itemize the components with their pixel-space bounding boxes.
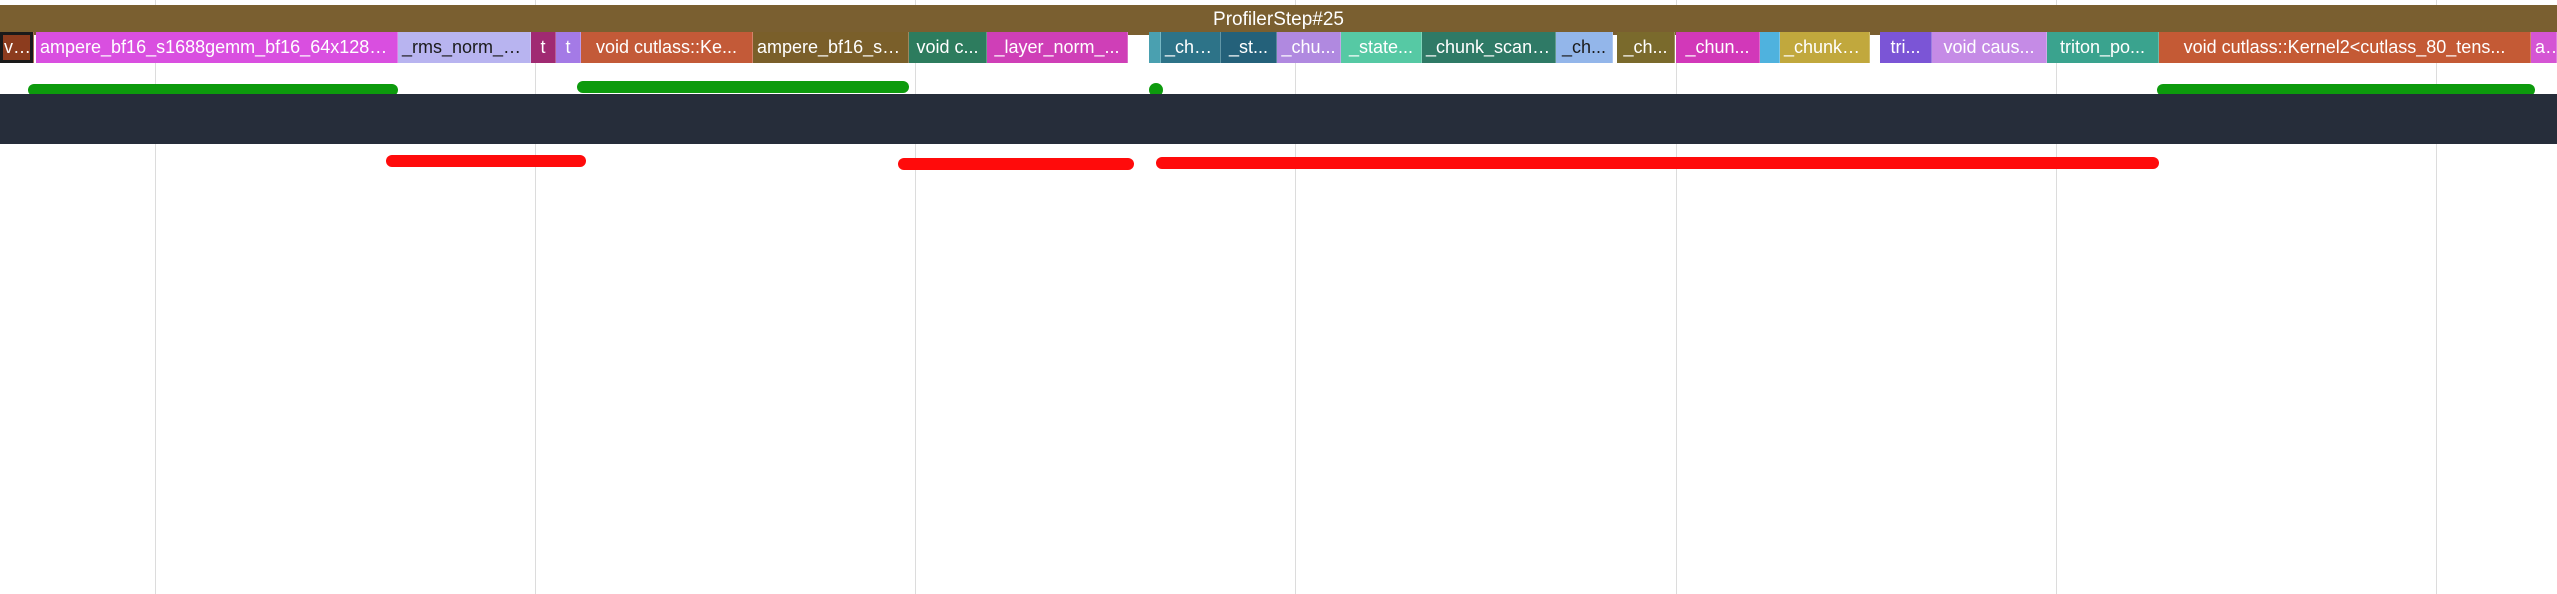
kernel-slice[interactable]: void c...: [909, 32, 987, 63]
kernel-slice[interactable]: void cutlass::Kernel2<cutlass_80_tens...: [2159, 32, 2531, 63]
kernel-slice[interactable]: _st...: [1221, 32, 1277, 63]
kernel-slice[interactable]: tri...: [1880, 32, 1932, 63]
kernel-slice[interactable]: void caus...: [1932, 32, 2047, 63]
timeline-gridline: [915, 0, 916, 594]
green-annotation-stroke: [577, 81, 909, 93]
profiler-step-slice[interactable]: ProfilerStep#25: [0, 5, 2557, 35]
timeline-gridline: [535, 0, 536, 594]
kernel-slice[interactable]: _layer_norm_...: [987, 32, 1128, 63]
red-annotation-stroke: [898, 158, 1134, 170]
kernel-slice[interactable]: _rms_norm_bw...: [398, 32, 531, 63]
kernel-slice[interactable]: _state...: [1341, 32, 1422, 63]
red-annotation-stroke: [386, 155, 586, 167]
kernel-slice[interactable]: _ch...: [1556, 32, 1613, 63]
timeline-gridline: [1295, 0, 1296, 594]
kernel-slice[interactable]: t: [531, 32, 556, 63]
kernel-slice[interactable]: [1149, 32, 1161, 63]
kernel-slice[interactable]: _ch...: [1617, 32, 1675, 63]
kernel-slice[interactable]: _chun...: [1676, 32, 1760, 63]
timeline-gridline: [2056, 0, 2057, 594]
kernel-slice[interactable]: vo...: [0, 32, 34, 63]
kernel-slice[interactable]: [1760, 32, 1780, 63]
kernel-slice[interactable]: _chunk_scan_...: [1422, 32, 1556, 63]
kernel-slice[interactable]: void cutlass::Ke...: [581, 32, 753, 63]
timeline-gridline: [1676, 0, 1677, 594]
kernel-slice[interactable]: t: [556, 32, 581, 63]
thread-track-band[interactable]: [0, 94, 2557, 144]
kernel-slice[interactable]: _chu...: [1161, 32, 1221, 63]
trace-timeline[interactable]: ProfilerStep#25 vo... ampere_bf16_s1688g…: [0, 0, 2557, 594]
kernel-slice[interactable]: am: [2531, 32, 2557, 63]
kernel-slice[interactable]: ampere_bf16_s1688gemm_bf16_64x128_sl...: [36, 32, 398, 63]
kernel-slice[interactable]: ampere_bf16_s1...: [753, 32, 909, 63]
kernel-slice[interactable]: triton_po...: [2047, 32, 2159, 63]
red-annotation-stroke: [1156, 157, 2159, 169]
kernel-slice[interactable]: _chu...: [1277, 32, 1341, 63]
kernel-slice[interactable]: _chunk_...: [1780, 32, 1870, 63]
